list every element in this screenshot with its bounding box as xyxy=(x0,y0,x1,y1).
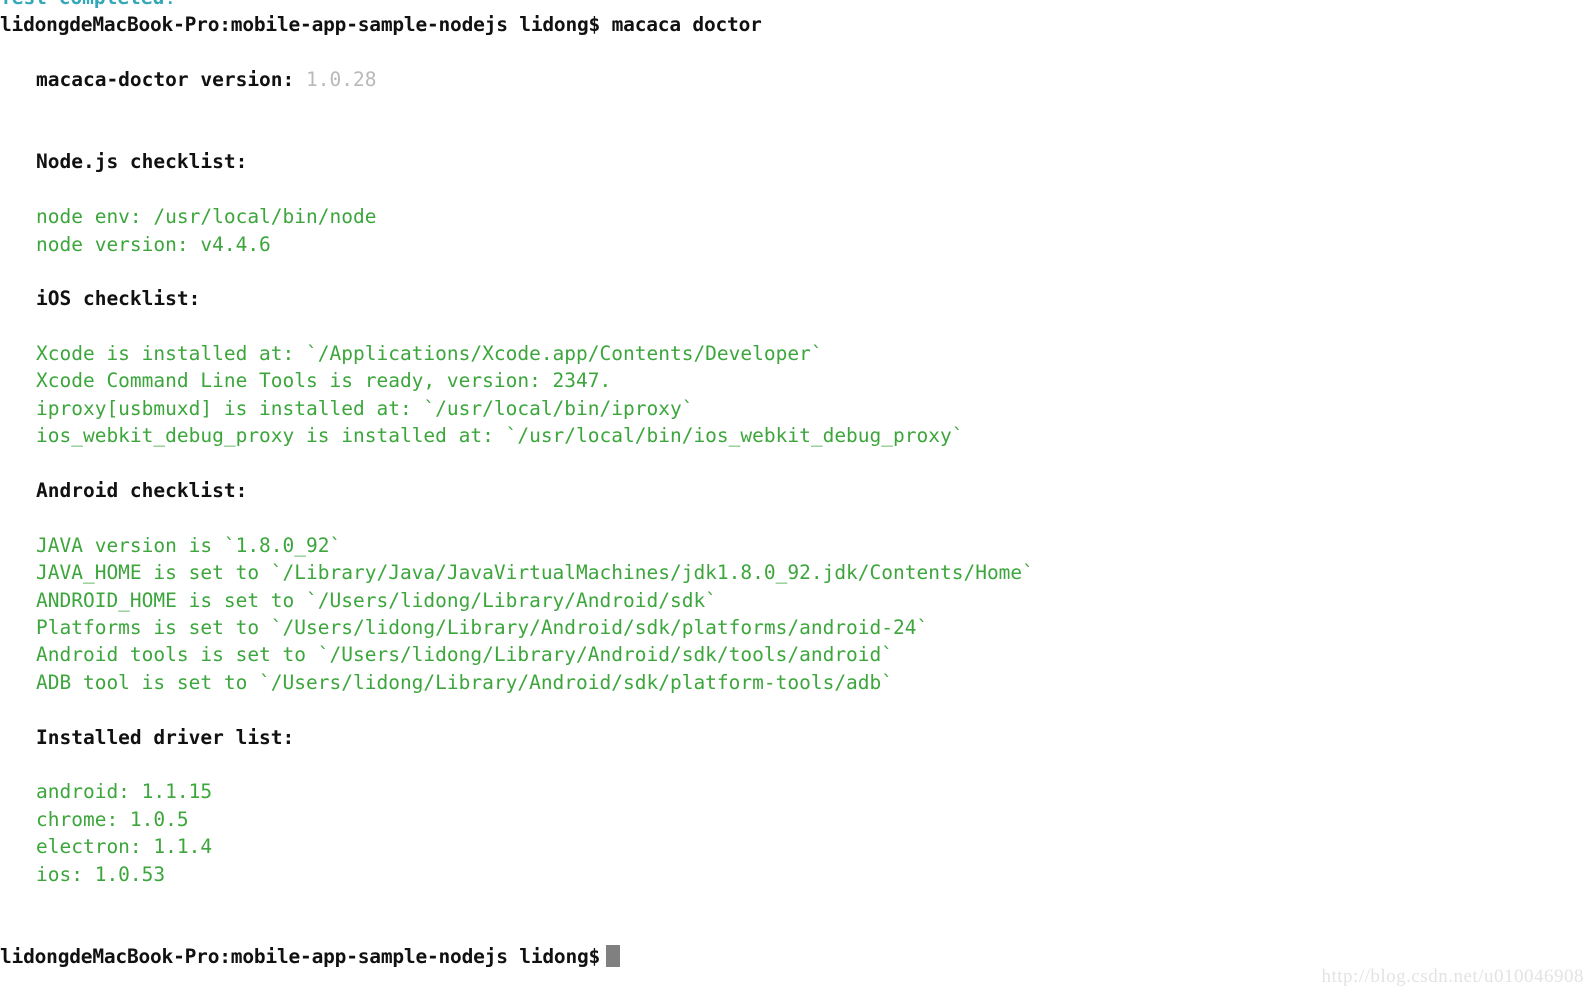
checklist-item: node version: v4.4.6 xyxy=(36,232,271,256)
terminal-output: Test completed! lidongdeMacBook-Pro:mobi… xyxy=(0,0,1592,970)
checklist-item: Android tools is set to `/Users/lidong/L… xyxy=(36,643,894,667)
checklist-item: JAVA_HOME is set to `/Library/Java/JavaV… xyxy=(36,561,1034,585)
driver-list-item: android: 1.1.15 xyxy=(36,780,213,804)
section-heading-driver-list: Installed driver list: xyxy=(36,725,295,749)
checklist-item: node env: /usr/local/bin/node xyxy=(36,205,377,229)
checklist-item: iproxy[usbmuxd] is installed at: `/usr/l… xyxy=(36,396,694,420)
checklist-item: ANDROID_HOME is set to `/Users/lidong/Li… xyxy=(36,588,717,612)
section-heading-ios: iOS checklist: xyxy=(36,287,201,311)
driver-list-item: electron: 1.1.4 xyxy=(36,835,213,859)
checklist-item: JAVA version is `1.8.0_92` xyxy=(36,533,342,557)
watermark-url: http://blog.csdn.net/u010046908 xyxy=(1321,965,1584,987)
doctor-version-line: macaca-doctor version: 1.0.28 xyxy=(0,66,1592,93)
prompt-host-user: lidongdeMacBook-Pro:mobile-app-sample-no… xyxy=(0,13,601,37)
section-heading-android: Android checklist: xyxy=(36,479,248,503)
scrollback-partial-line: Test completed! xyxy=(0,0,1592,11)
checklist-item: Xcode is installed at: `/Applications/Xc… xyxy=(36,342,823,366)
checklist-item: ADB tool is set to `/Users/lidong/Librar… xyxy=(36,670,894,694)
driver-list-item: ios: 1.0.53 xyxy=(36,862,166,886)
doctor-version-label: macaca-doctor version: xyxy=(36,68,295,92)
checklist-item: Platforms is set to `/Users/lidong/Libra… xyxy=(36,615,929,639)
driver-list-item: chrome: 1.0.5 xyxy=(36,807,189,831)
command-prompt-line[interactable]: lidongdeMacBook-Pro:mobile-app-sample-no… xyxy=(0,11,1592,38)
text-cursor xyxy=(606,944,621,967)
checklist-item: Xcode Command Line Tools is ready, versi… xyxy=(36,369,612,393)
checklist-item: ios_webkit_debug_proxy is installed at: … xyxy=(36,424,964,448)
prompt-host-user: lidongdeMacBook-Pro:mobile-app-sample-no… xyxy=(0,944,601,968)
terminal-window[interactable]: Test completed! lidongdeMacBook-Pro:mobi… xyxy=(0,0,1592,998)
section-heading-nodejs: Node.js checklist: xyxy=(36,150,248,174)
doctor-version-value: 1.0.28 xyxy=(294,68,377,92)
prompt-command: macaca doctor xyxy=(600,13,762,37)
